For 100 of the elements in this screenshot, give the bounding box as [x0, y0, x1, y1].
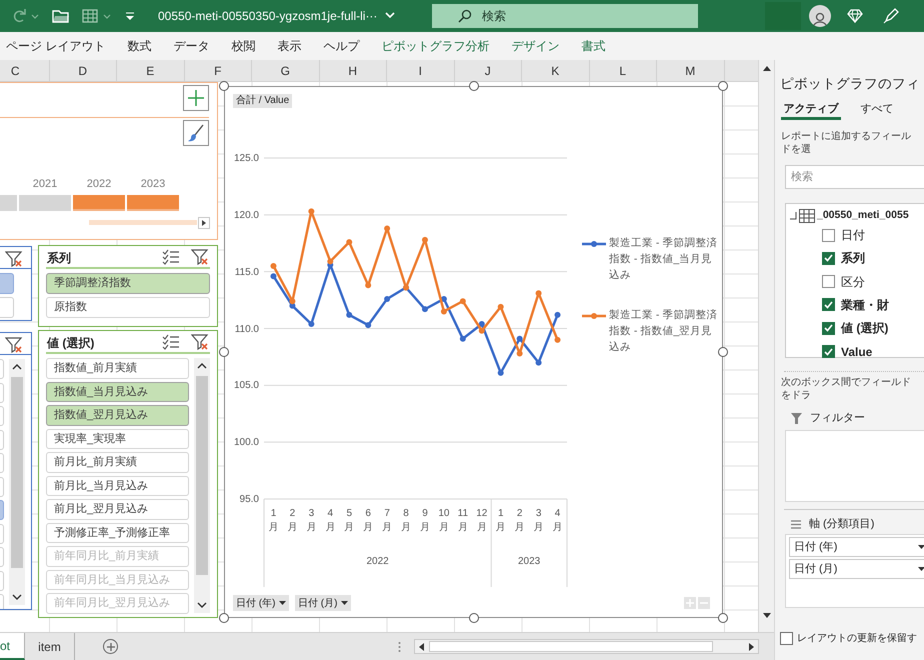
column-header[interactable]: G [252, 60, 320, 81]
slicer-scrollbar[interactable] [9, 359, 25, 605]
avatar-icon[interactable] [809, 5, 831, 27]
ribbon-tab[interactable]: ページ レイアウト [6, 37, 106, 55]
scroll-left-icon[interactable] [417, 642, 427, 650]
scroll-thumb[interactable] [429, 641, 713, 652]
scroll-right-icon[interactable] [746, 642, 756, 650]
axis-drop-area[interactable]: 日付 (年) 日付 (月) [785, 534, 924, 608]
ribbon-tab[interactable]: 書式 [581, 37, 606, 55]
column-header[interactable]: L [590, 60, 657, 81]
checkbox[interactable] [822, 275, 835, 288]
splitter-icon[interactable] [398, 640, 401, 652]
multi-select-icon[interactable] [162, 334, 180, 350]
slicer-panel[interactable]: 系列 季節調整済指数 原指数 [38, 245, 218, 327]
slicer-scrollbar[interactable] [194, 358, 210, 613]
pane-tab[interactable]: すべて [847, 101, 907, 120]
vertical-scrollbar[interactable] [758, 60, 774, 632]
point [327, 258, 334, 264]
checkbox[interactable] [822, 252, 835, 265]
slicer-item[interactable]: 季節調整済指数 [46, 273, 210, 294]
ribbon-tab[interactable]: デザイン [511, 37, 560, 55]
axis-tick-label: 10月 [437, 507, 450, 535]
ribbon-tab[interactable]: 表示 [277, 37, 302, 55]
file-name-button[interactable]: 00550-meti-00550350-ygzosm1je-full-li··· [158, 7, 430, 25]
clear-filter-icon[interactable] [5, 336, 23, 354]
grid-icon[interactable] [82, 8, 112, 24]
slicer-item[interactable]: 前月比_前月実績 [46, 452, 189, 472]
pane-title: ピボットグラフのフィ [780, 75, 921, 93]
chart-styles-button[interactable] [183, 120, 209, 146]
dropdown-icon [341, 600, 348, 606]
pane-tab[interactable]: アクティブ [781, 101, 841, 120]
clear-filter-icon[interactable] [191, 248, 209, 266]
axis-tick-label: 6月 [362, 507, 374, 535]
slicer-panel[interactable] [0, 332, 32, 610]
checkbox[interactable] [822, 322, 835, 335]
column-header[interactable]: H [320, 60, 387, 81]
axis-field-button[interactable]: 日付 (月) [295, 595, 352, 611]
scroll-up-icon[interactable] [762, 64, 772, 72]
scroll-thumb[interactable] [196, 376, 208, 575]
scroll-thumb[interactable] [11, 377, 23, 568]
slicer-item[interactable]: 予測修正率_予測修正率 [46, 522, 189, 543]
resize-handle[interactable] [718, 613, 728, 623]
slicer-panel[interactable] [0, 246, 32, 321]
checkbox[interactable] [780, 632, 793, 644]
folder-icon[interactable] [52, 8, 70, 24]
timeline-scrollbar[interactable] [89, 220, 197, 225]
resize-handle[interactable] [219, 347, 229, 357]
checkbox[interactable] [822, 228, 835, 242]
scroll-up-icon[interactable] [12, 363, 22, 370]
timeline-slicer[interactable]: 2021 2022 2023 [0, 82, 218, 240]
multi-select-icon[interactable] [162, 249, 180, 265]
checkmark-icon [824, 348, 833, 356]
slicer-item[interactable]: 前月比_翌月見込み [46, 499, 189, 520]
add-sheet-button[interactable] [103, 639, 118, 654]
slicer-item[interactable]: 指数値_当月見込み [46, 382, 189, 402]
sheet-tab[interactable]: item [25, 633, 75, 660]
expand-icon[interactable] [789, 212, 797, 220]
point [308, 320, 314, 327]
slicer-item[interactable]: 指数値_翌月見込み [46, 405, 189, 426]
pen-icon[interactable] [883, 8, 899, 24]
scroll-down-icon[interactable] [12, 594, 22, 601]
slicer-item[interactable]: 指数値_前月実績 [46, 358, 189, 378]
diamond-icon[interactable] [847, 9, 863, 23]
horizontal-scrollbar[interactable] [414, 639, 759, 654]
slicer-item[interactable]: 前月比_当月見込み [46, 476, 189, 496]
ribbon-tab[interactable]: 数式 [127, 37, 152, 55]
ribbon-tab[interactable]: データ [173, 37, 210, 55]
sheet-tab[interactable]: ot [0, 633, 25, 660]
scroll-up-icon[interactable] [197, 362, 207, 369]
clear-filter-icon[interactable] [5, 250, 23, 268]
resize-handle[interactable] [219, 613, 229, 623]
field-dropdown[interactable]: 日付 (年) [789, 537, 924, 557]
resize-handle[interactable] [718, 347, 728, 357]
column-header[interactable]: I [387, 60, 454, 81]
checkbox[interactable] [822, 345, 835, 358]
resize-handle[interactable] [219, 81, 229, 91]
ribbon-tab[interactable]: ピボットグラフ分析 [381, 37, 490, 55]
slicer-item[interactable]: 原指数 [46, 297, 210, 318]
scroll-down-icon[interactable] [197, 602, 207, 609]
checkbox[interactable] [822, 298, 835, 312]
point [460, 298, 466, 304]
table-name: _00550_meti_0055 [817, 208, 909, 224]
resize-handle[interactable] [718, 81, 728, 91]
timeline-scroll-button[interactable] [198, 217, 210, 229]
slicer-item[interactable]: 実現率_実現率 [46, 428, 189, 449]
clear-filter-icon[interactable] [191, 333, 209, 351]
value-field-button[interactable]: 合計 / Value [233, 94, 292, 108]
column-header[interactable]: K [522, 60, 590, 81]
search-field[interactable]: 検索 [785, 165, 924, 189]
customize-icon[interactable] [124, 10, 136, 22]
point [498, 304, 504, 310]
legend-label: 製造工業 - 季節調整済指数 - 指数値_当月見込み [609, 236, 718, 283]
axis-field-button[interactable]: 日付 (年) [233, 595, 290, 611]
field-dropdown[interactable]: 日付 (月) [789, 559, 924, 579]
chart-elements-button[interactable] [183, 85, 209, 111]
slicer-panel[interactable]: 値 (選択) 指数値_前月実績 指数値_当月見込み 指数値_翌月見込み 実現率_実現率 前月比_前月実績 前月比_当月見込み 前月比_翌月見込み 予測修正率_予測修正率 前年同月比_前月実績 前年同月比_当月見込み 前年同月比_翌月見込み [38, 330, 218, 618]
ribbon-tab[interactable]: ヘルプ [323, 37, 360, 55]
search-field[interactable]: 検索 [432, 4, 698, 28]
scroll-down-icon[interactable] [762, 612, 772, 620]
ribbon-tab[interactable]: 校閲 [231, 37, 256, 55]
